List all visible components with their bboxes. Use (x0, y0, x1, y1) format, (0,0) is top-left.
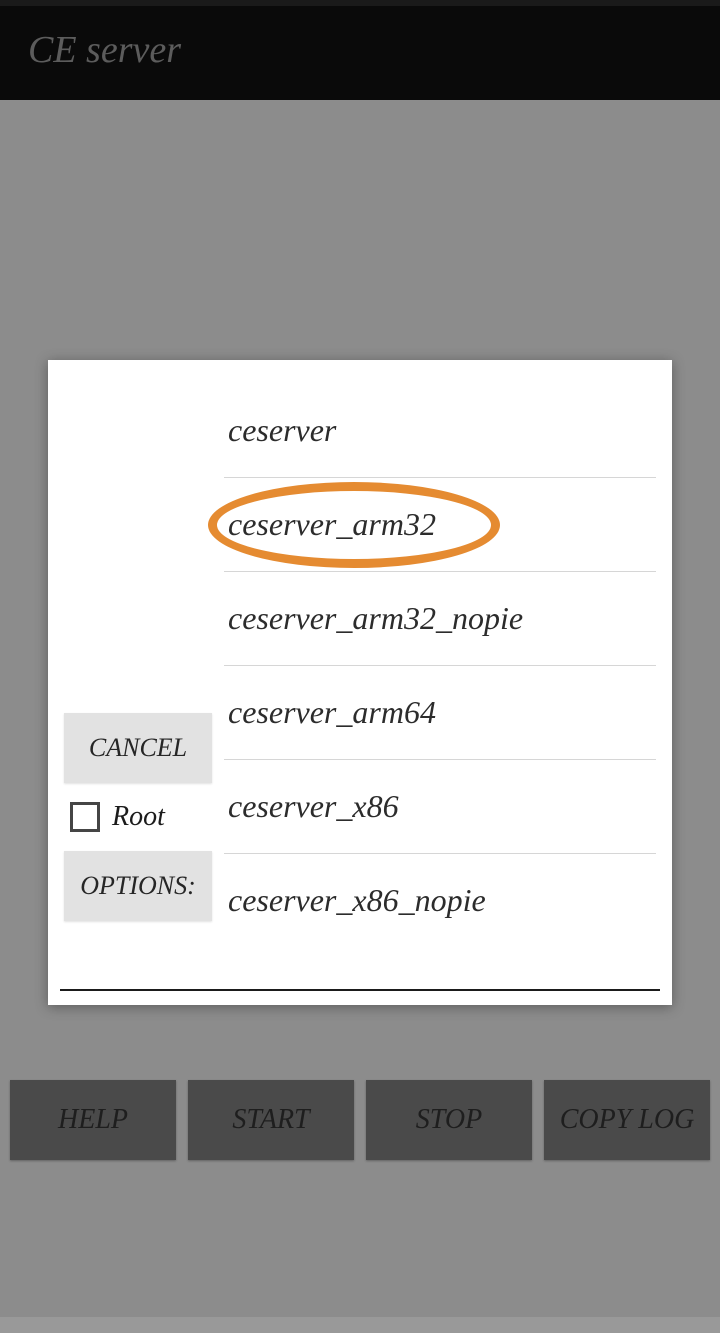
list-item-label: ceserver_x86 (228, 788, 399, 824)
list-item[interactable]: ceserver (224, 384, 656, 478)
list-item[interactable]: ceserver_arm64 (224, 666, 656, 760)
list-item[interactable]: ceserver_x86 (224, 760, 656, 854)
binary-picker-dialog: CANCEL Root OPTIONS: ceserver ceserver_a… (48, 360, 672, 1005)
list-item-label: ceserver_arm64 (228, 694, 436, 730)
root-label: Root (112, 801, 165, 833)
list-item-label: ceserver_arm32 (228, 506, 436, 542)
dialog-footer-spacer (48, 991, 672, 1005)
list-item-label: ceserver_x86_nopie (228, 882, 486, 918)
binary-list: ceserver ceserver_arm32 ceserver_arm32_n… (224, 384, 656, 961)
app-header: CE server (0, 6, 720, 100)
list-item[interactable]: ceserver_arm32_nopie (224, 572, 656, 666)
root-checkbox-row[interactable]: Root (64, 797, 224, 837)
checkbox-icon (70, 802, 100, 832)
cancel-button[interactable]: CANCEL (64, 713, 212, 783)
main-area: HELP START STOP COPY LOG CANCEL Root OPT… (0, 100, 720, 1317)
app-title: CE server (28, 29, 181, 71)
list-item[interactable]: ceserver_arm32 (224, 478, 656, 572)
list-item[interactable]: ceserver_x86_nopie (224, 854, 656, 961)
options-button[interactable]: OPTIONS: (64, 851, 212, 921)
list-item-label: ceserver (228, 412, 336, 448)
dialog-left-controls: CANCEL Root OPTIONS: (64, 384, 224, 961)
list-item-label: ceserver_arm32_nopie (228, 600, 523, 636)
